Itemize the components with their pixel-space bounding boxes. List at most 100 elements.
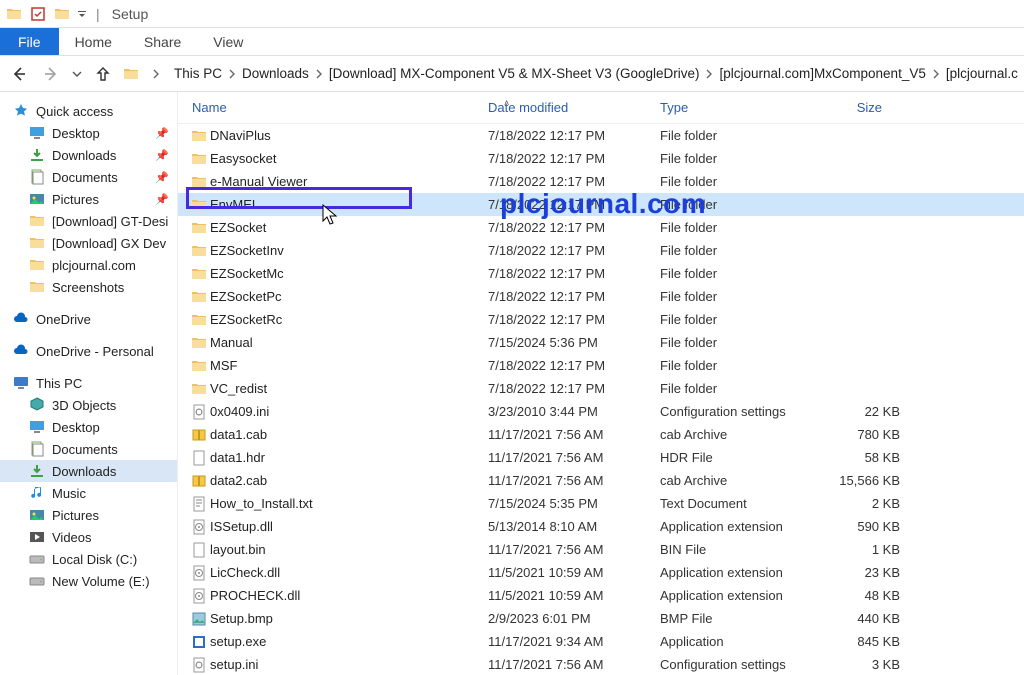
- table-row[interactable]: LicCheck.dll11/5/2021 10:59 AMApplicatio…: [178, 561, 1024, 584]
- table-row[interactable]: How_to_Install.txt7/15/2024 5:35 PMText …: [178, 492, 1024, 515]
- back-button[interactable]: [6, 61, 32, 87]
- table-row[interactable]: MSF7/18/2022 12:17 PMFile folder: [178, 354, 1024, 377]
- sidebar-onedrive-personal[interactable]: OneDrive - Personal: [0, 340, 177, 362]
- sidebar-item[interactable]: Videos: [0, 526, 177, 548]
- disk-icon: [28, 550, 46, 568]
- file-type: Application: [660, 634, 824, 649]
- qat-dropdown-icon[interactable]: [76, 4, 88, 24]
- column-date[interactable]: Date modified: [488, 100, 660, 115]
- table-row[interactable]: EnvMEL7/18/2022 12:17 PMFile folder: [178, 193, 1024, 216]
- table-row[interactable]: Setup.bmp2/9/2023 6:01 PMBMP File440 KB: [178, 607, 1024, 630]
- sidebar-item[interactable]: Desktop📌: [0, 122, 177, 144]
- file-type: HDR File: [660, 450, 824, 465]
- sidebar-item[interactable]: Documents: [0, 438, 177, 460]
- column-name[interactable]: Name: [178, 100, 488, 115]
- file-size: 590 KB: [824, 519, 900, 534]
- documents-icon: [28, 168, 46, 186]
- pin-icon: 📌: [155, 171, 169, 184]
- table-row[interactable]: EZSocketMc7/18/2022 12:17 PMFile folder: [178, 262, 1024, 285]
- file-name: e-Manual Viewer: [210, 174, 488, 189]
- table-row[interactable]: setup.exe11/17/2021 9:34 AMApplication84…: [178, 630, 1024, 653]
- sidebar-item[interactable]: Pictures📌: [0, 188, 177, 210]
- sidebar-item[interactable]: [Download] GX Dev: [0, 232, 177, 254]
- file-date: 7/18/2022 12:17 PM: [488, 312, 660, 327]
- tab-share[interactable]: Share: [128, 28, 197, 55]
- sidebar-item[interactable]: Documents📌: [0, 166, 177, 188]
- table-row[interactable]: VC_redist7/18/2022 12:17 PMFile folder: [178, 377, 1024, 400]
- sidebar-item[interactable]: Downloads📌: [0, 144, 177, 166]
- column-headers: Name ˄ Date modified Type Size: [178, 92, 1024, 124]
- sidebar-item[interactable]: Desktop: [0, 416, 177, 438]
- up-button[interactable]: [90, 61, 116, 87]
- chevron-right-icon[interactable]: [932, 69, 940, 79]
- file-date: 7/18/2022 12:17 PM: [488, 266, 660, 281]
- sidebar-item[interactable]: Local Disk (C:): [0, 548, 177, 570]
- table-row[interactable]: EZSocketInv7/18/2022 12:17 PMFile folder: [178, 239, 1024, 262]
- title-bar: | Setup: [0, 0, 1024, 28]
- table-row[interactable]: data2.cab11/17/2021 7:56 AMcab Archive15…: [178, 469, 1024, 492]
- sidebar-item[interactable]: Pictures: [0, 504, 177, 526]
- file-size: 48 KB: [824, 588, 900, 603]
- sidebar-onedrive[interactable]: OneDrive: [0, 308, 177, 330]
- main-area: Quick access Desktop📌Downloads📌Documents…: [0, 92, 1024, 675]
- file-date: 11/17/2021 7:56 AM: [488, 427, 660, 442]
- file-type: File folder: [660, 174, 824, 189]
- downloads-icon: [28, 462, 46, 480]
- chevron-right-icon[interactable]: [228, 69, 236, 79]
- sidebar-this-pc[interactable]: This PC: [0, 372, 177, 394]
- breadcrumb-item[interactable]: This PC: [170, 64, 226, 83]
- sidebar-item[interactable]: Screenshots: [0, 276, 177, 298]
- sidebar-quick-access[interactable]: Quick access: [0, 100, 177, 122]
- chevron-right-icon[interactable]: [705, 69, 713, 79]
- chevron-right-icon[interactable]: [315, 69, 323, 79]
- chevron-right-icon[interactable]: [150, 69, 162, 79]
- sidebar-item[interactable]: plcjournal.com: [0, 254, 177, 276]
- table-row[interactable]: ISSetup.dll5/13/2014 8:10 AMApplication …: [178, 515, 1024, 538]
- table-row[interactable]: setup.ini11/17/2021 7:56 AMConfiguration…: [178, 653, 1024, 675]
- table-row[interactable]: EZSocket7/18/2022 12:17 PMFile folder: [178, 216, 1024, 239]
- file-date: 3/23/2010 3:44 PM: [488, 404, 660, 419]
- table-row[interactable]: Manual7/15/2024 5:36 PMFile folder: [178, 331, 1024, 354]
- file-type: Configuration settings: [660, 404, 824, 419]
- sidebar-item[interactable]: New Volume (E:): [0, 570, 177, 592]
- table-row[interactable]: layout.bin11/17/2021 7:56 AMBIN File1 KB: [178, 538, 1024, 561]
- sidebar-item[interactable]: 3D Objects: [0, 394, 177, 416]
- table-row[interactable]: data1.cab11/17/2021 7:56 AMcab Archive78…: [178, 423, 1024, 446]
- table-row[interactable]: DNaviPlus7/18/2022 12:17 PMFile folder: [178, 124, 1024, 147]
- file-type: BIN File: [660, 542, 824, 557]
- file-name: EnvMEL: [210, 197, 488, 212]
- tab-file[interactable]: File: [0, 28, 59, 55]
- table-row[interactable]: EZSocketPc7/18/2022 12:17 PMFile folder: [178, 285, 1024, 308]
- table-row[interactable]: 0x0409.ini3/23/2010 3:44 PMConfiguration…: [178, 400, 1024, 423]
- column-type[interactable]: Type: [660, 100, 806, 115]
- file-date: 7/18/2022 12:17 PM: [488, 151, 660, 166]
- file-type: Configuration settings: [660, 657, 824, 672]
- cloud-icon: [12, 342, 30, 360]
- recent-dropdown-icon[interactable]: [70, 61, 84, 87]
- sidebar-item[interactable]: Music: [0, 482, 177, 504]
- nav-pane: Quick access Desktop📌Downloads📌Documents…: [0, 92, 178, 675]
- tab-view[interactable]: View: [197, 28, 259, 55]
- pin-icon: 📌: [155, 149, 169, 162]
- column-size[interactable]: Size: [806, 100, 892, 115]
- documents-icon: [28, 440, 46, 458]
- file-name: ISSetup.dll: [210, 519, 488, 534]
- table-row[interactable]: data1.hdr11/17/2021 7:56 AMHDR File58 KB: [178, 446, 1024, 469]
- breadcrumb-item[interactable]: [plcjournal.com]MxCor: [942, 64, 1018, 83]
- table-row[interactable]: PROCHECK.dll11/5/2021 10:59 AMApplicatio…: [178, 584, 1024, 607]
- file-icon: [188, 542, 210, 558]
- properties-icon[interactable]: [28, 4, 48, 24]
- table-row[interactable]: Easysocket7/18/2022 12:17 PMFile folder: [178, 147, 1024, 170]
- table-row[interactable]: e-Manual Viewer7/18/2022 12:17 PMFile fo…: [178, 170, 1024, 193]
- breadcrumb-item[interactable]: Downloads: [238, 64, 313, 83]
- file-list[interactable]: DNaviPlus7/18/2022 12:17 PMFile folderEa…: [178, 124, 1024, 675]
- table-row[interactable]: EZSocketRc7/18/2022 12:17 PMFile folder: [178, 308, 1024, 331]
- breadcrumb-item[interactable]: [plcjournal.com]MxComponent_V5: [715, 64, 929, 83]
- forward-button[interactable]: [38, 61, 64, 87]
- sidebar-item[interactable]: [Download] GT-Desi: [0, 210, 177, 232]
- breadcrumb-item[interactable]: [Download] MX-Component V5 & MX-Sheet V3…: [325, 64, 704, 83]
- pictures-icon: [28, 506, 46, 524]
- folder-icon: [28, 256, 46, 274]
- sidebar-item[interactable]: Downloads: [0, 460, 177, 482]
- tab-home[interactable]: Home: [59, 28, 128, 55]
